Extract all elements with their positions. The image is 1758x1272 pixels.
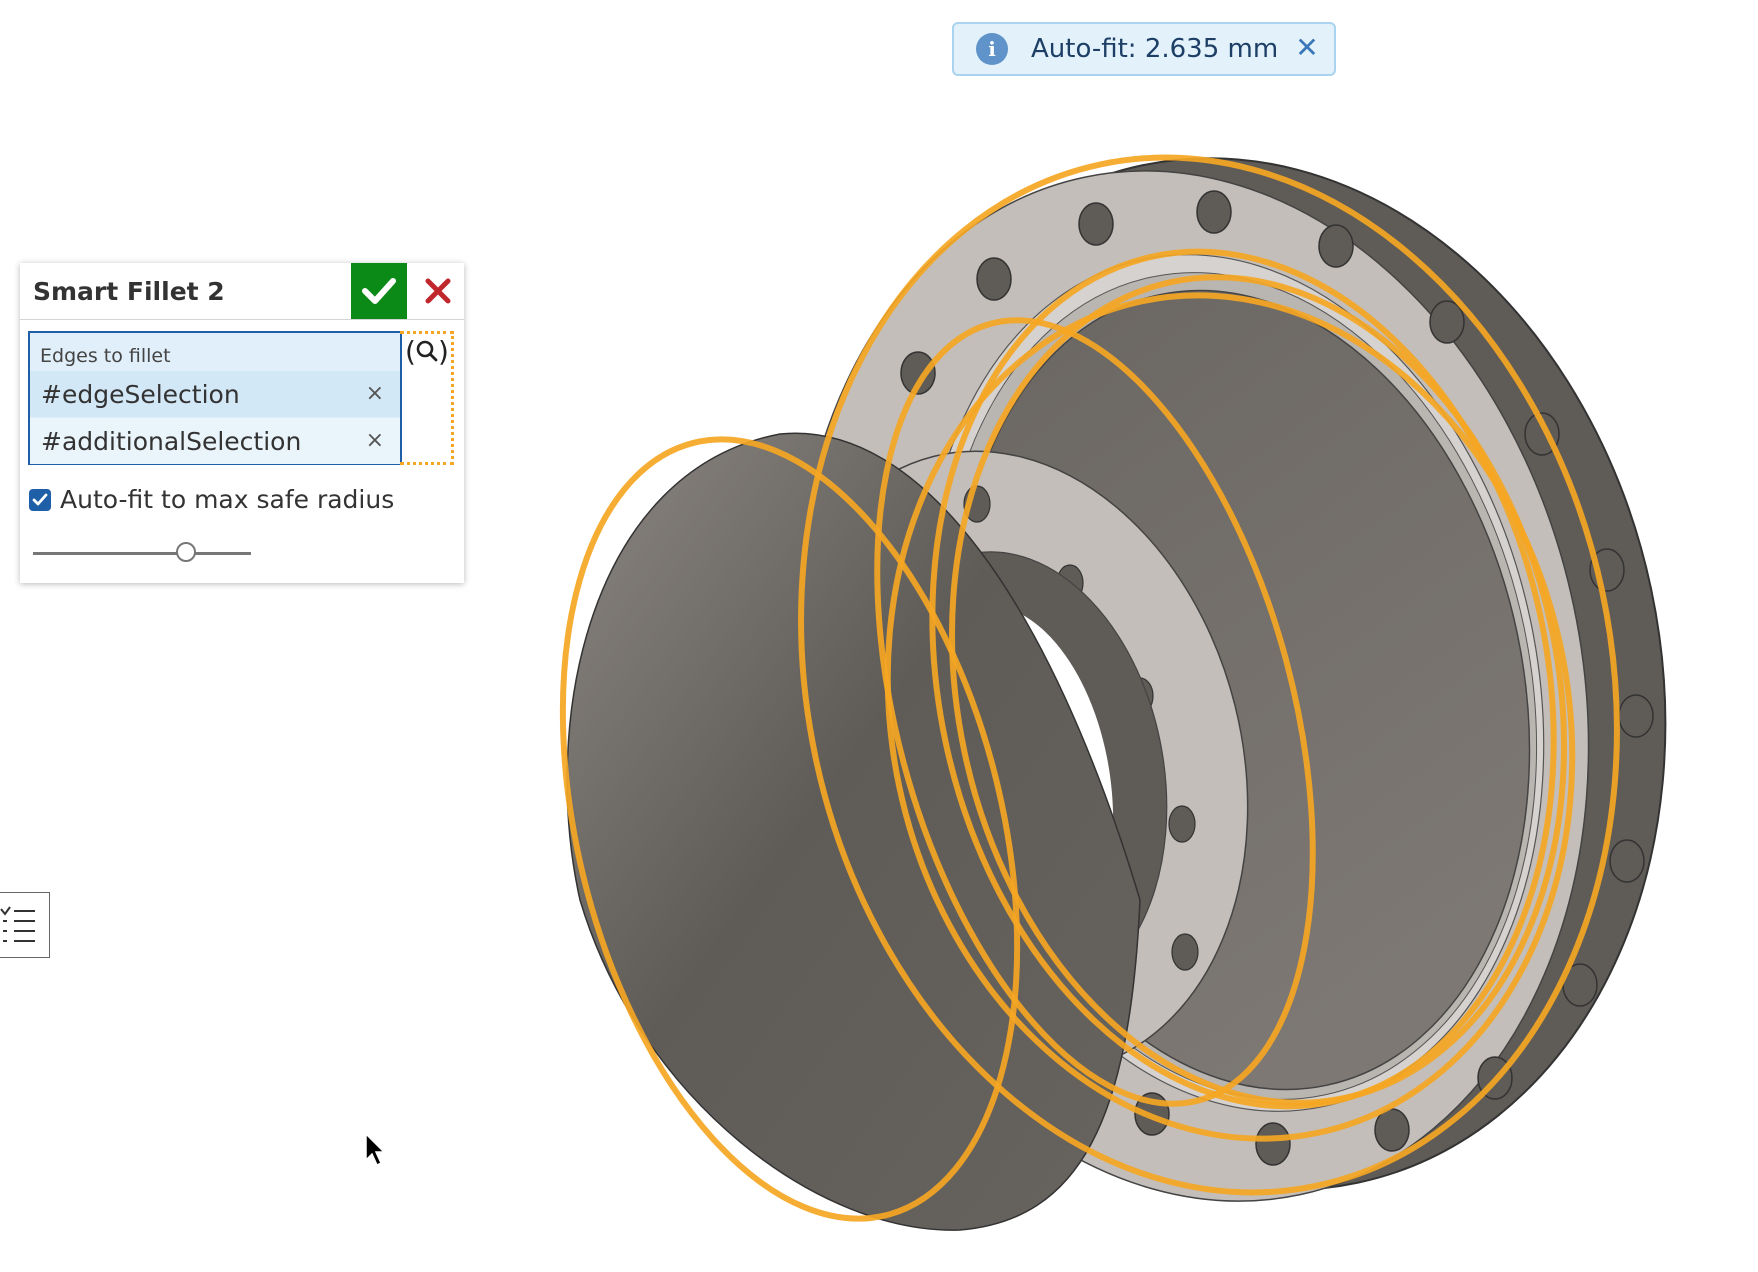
checkmark-icon <box>362 278 396 304</box>
selection-item[interactable]: #edgeSelection × <box>30 371 400 417</box>
3d-model-viewport[interactable] <box>0 0 1758 1272</box>
radius-slider-thumb[interactable] <box>175 542 196 562</box>
accept-button[interactable] <box>351 263 407 319</box>
selection-item[interactable]: #additionalSelection × <box>30 418 400 464</box>
search-icon[interactable]: ( ) <box>404 333 450 371</box>
remove-icon[interactable]: × <box>366 381 384 406</box>
svg-text:): ) <box>438 335 449 368</box>
list-icon <box>0 906 35 942</box>
info-icon: i <box>976 33 1008 65</box>
query-label: Edges to fillet <box>40 345 171 367</box>
dialog-title: Smart Fillet 2 <box>33 277 225 306</box>
toast-message: Auto-fit: 2.635 mm <box>1031 34 1279 64</box>
check-icon <box>32 493 48 506</box>
remove-icon[interactable]: × <box>366 428 384 453</box>
radius-slider-track[interactable] <box>33 552 251 555</box>
autofit-checkbox[interactable] <box>29 489 51 511</box>
close-x-icon <box>425 278 451 304</box>
selection-text: #edgeSelection <box>41 379 240 409</box>
svg-text:(: ( <box>405 335 416 368</box>
dialog-header: Smart Fillet 2 <box>20 263 464 320</box>
smart-fillet-dialog: Smart Fillet 2 Edges to fillet #edgeSele… <box>20 263 464 583</box>
selection-text: #additionalSelection <box>41 426 302 456</box>
autofit-label: Auto-fit to max safe radius <box>60 485 395 514</box>
cancel-button[interactable] <box>412 263 464 319</box>
autofit-toast: i Auto-fit: 2.635 mm ✕ <box>952 22 1336 76</box>
mouse-cursor-icon <box>365 1132 386 1167</box>
edges-query-box[interactable]: Edges to fillet #edgeSelection × #additi… <box>28 331 402 465</box>
list-panel-button[interactable] <box>0 892 50 958</box>
close-icon[interactable]: ✕ <box>1294 34 1320 62</box>
